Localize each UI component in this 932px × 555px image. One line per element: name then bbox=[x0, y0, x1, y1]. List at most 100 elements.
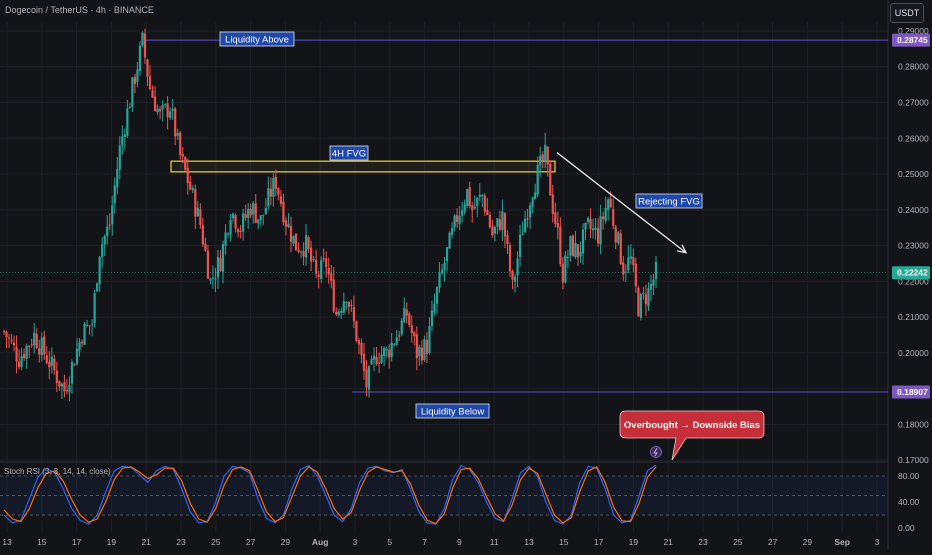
candle-up bbox=[229, 220, 232, 235]
candle-up bbox=[536, 165, 539, 195]
price-axis[interactable]: 0.290000.280000.270000.260000.250000.240… bbox=[892, 26, 930, 533]
candle-up bbox=[463, 204, 466, 212]
candle-up bbox=[216, 257, 220, 278]
candle-up bbox=[257, 219, 260, 224]
price-tick-label: 0.18000 bbox=[898, 419, 929, 429]
currency-button[interactable]: USDT bbox=[890, 3, 924, 23]
callout-text: Overbought → Downside Bias bbox=[624, 420, 760, 431]
candle-up bbox=[654, 261, 658, 280]
current-price-badge: 0.22242 bbox=[897, 268, 928, 278]
price-tick-label: 0.24000 bbox=[898, 205, 929, 215]
candle-up bbox=[544, 144, 547, 161]
candle-down bbox=[554, 212, 557, 225]
candle-down bbox=[483, 195, 486, 212]
price-tick-label: 0.17000 bbox=[898, 455, 929, 465]
candle-up bbox=[534, 192, 537, 199]
candle-down bbox=[80, 342, 84, 344]
candle-up bbox=[121, 136, 124, 146]
candle-down bbox=[204, 243, 207, 251]
time-tick-label: 19 bbox=[629, 537, 639, 547]
candle-up bbox=[33, 332, 36, 346]
candle-down bbox=[352, 307, 356, 322]
candle-up bbox=[458, 215, 461, 224]
candle-down bbox=[38, 348, 41, 355]
candle-down bbox=[244, 214, 247, 218]
candle-up bbox=[591, 228, 595, 231]
time-tick-label: 29 bbox=[803, 537, 813, 547]
candle-down bbox=[576, 244, 580, 258]
candle-up bbox=[652, 279, 655, 286]
candle-up bbox=[607, 199, 610, 211]
time-tick-label: 7 bbox=[422, 537, 427, 547]
candle-up bbox=[25, 345, 28, 359]
candle-up bbox=[400, 320, 403, 335]
candle-down bbox=[284, 220, 288, 227]
time-tick-label: Sep bbox=[834, 537, 850, 547]
candle-down bbox=[282, 201, 285, 223]
time-tick-label: 27 bbox=[246, 537, 256, 547]
candle-down bbox=[377, 362, 381, 364]
candle-up bbox=[96, 283, 99, 292]
candle-down bbox=[58, 380, 61, 387]
time-tick-label: 21 bbox=[141, 537, 151, 547]
time-tick-label: 11 bbox=[490, 537, 499, 547]
time-tick-label: 21 bbox=[663, 537, 673, 547]
candle-down bbox=[549, 163, 552, 196]
candle-down bbox=[249, 208, 252, 216]
candle-up bbox=[320, 260, 323, 279]
candle-up bbox=[312, 258, 315, 260]
time-tick-label: 23 bbox=[698, 537, 708, 547]
candle-down bbox=[15, 347, 18, 362]
candle-down bbox=[325, 258, 328, 268]
candle-up bbox=[141, 32, 144, 46]
candle-up bbox=[78, 341, 81, 351]
candle-up bbox=[440, 269, 444, 274]
price-chart[interactable]: Stoch RSI (3, 3, 14, 14, close) 0.290000… bbox=[0, 0, 932, 550]
candle-up bbox=[501, 211, 504, 230]
candle-down bbox=[269, 188, 272, 197]
time-tick-label: 27 bbox=[768, 537, 778, 547]
liquidity-above-badge: 0.28745 bbox=[897, 35, 928, 45]
label-liquidity-above: Liquidity Above bbox=[225, 34, 289, 45]
candle-up bbox=[395, 337, 398, 346]
price-tick-label: 0.28000 bbox=[898, 62, 929, 72]
candle-down bbox=[7, 337, 11, 339]
candle-up bbox=[98, 256, 101, 285]
time-tick-label: 25 bbox=[733, 537, 743, 547]
candle-down bbox=[297, 250, 300, 252]
label-liquidity-below: Liquidity Below bbox=[421, 406, 485, 417]
candle-down bbox=[619, 233, 622, 264]
candle-up bbox=[247, 208, 250, 219]
candle-down bbox=[332, 279, 335, 312]
candle-up bbox=[418, 346, 421, 357]
candle-down bbox=[335, 311, 338, 315]
candle-down bbox=[48, 361, 51, 368]
candle-down bbox=[632, 257, 635, 265]
candle-down bbox=[559, 226, 562, 265]
candle-up bbox=[83, 323, 86, 345]
candle-down bbox=[10, 340, 13, 342]
candle-down bbox=[219, 257, 222, 272]
candle-up bbox=[521, 233, 524, 235]
candle-up bbox=[639, 293, 642, 318]
candle-down bbox=[456, 214, 459, 222]
candle-down bbox=[491, 226, 494, 236]
candle-down bbox=[151, 90, 154, 98]
candle-up bbox=[337, 311, 340, 316]
candle-up bbox=[164, 104, 167, 106]
candle-up bbox=[50, 356, 53, 366]
candle-up bbox=[267, 188, 270, 207]
candle-down bbox=[609, 198, 612, 208]
candle-up bbox=[453, 215, 456, 227]
candle-down bbox=[181, 153, 184, 157]
candle-up bbox=[272, 178, 275, 197]
candle-up bbox=[103, 235, 106, 245]
candle-up bbox=[68, 385, 71, 393]
time-tick-label: 17 bbox=[594, 537, 604, 547]
label-fvg: 4H FVG bbox=[332, 148, 366, 159]
candle-down bbox=[310, 247, 313, 262]
rsi-tick-label: 0.00 bbox=[898, 523, 915, 533]
candle-down bbox=[347, 302, 350, 307]
candle-up bbox=[370, 358, 373, 365]
candle-down bbox=[239, 230, 242, 233]
